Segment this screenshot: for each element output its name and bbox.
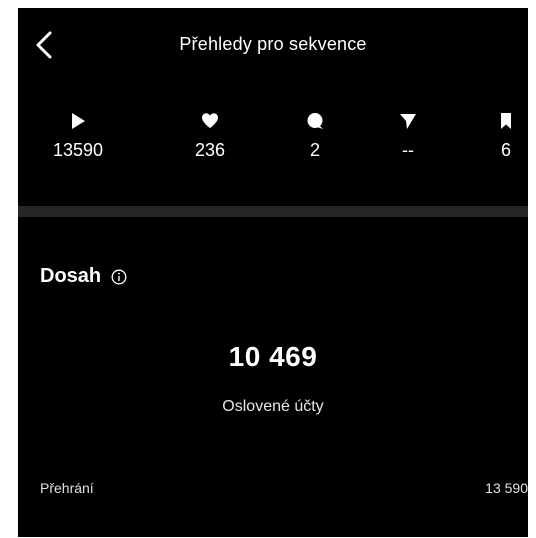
comment-icon — [307, 113, 323, 129]
page-title: Přehledy pro sekvence — [179, 34, 367, 54]
heart-icon — [202, 113, 218, 128]
stat-shares-value: -- — [402, 140, 414, 160]
stat-comments-value: 2 — [309, 140, 320, 160]
stat-likes[interactable]: 236 — [170, 112, 250, 160]
stat-likes-value: 236 — [194, 140, 226, 160]
stat-plays[interactable]: 13590 — [38, 112, 118, 160]
send-icon — [400, 114, 416, 129]
stat-shares[interactable]: -- — [368, 112, 448, 160]
section-divider — [18, 206, 528, 217]
stat-saves-value: 6 — [500, 140, 511, 160]
info-icon[interactable] — [111, 269, 127, 285]
reach-heading: Dosah — [40, 265, 127, 288]
stat-saves[interactable]: 6 — [466, 112, 528, 160]
reach-title: Dosah — [40, 265, 102, 287]
stat-comments[interactable]: 2 — [275, 112, 355, 160]
reach-caption: Oslovené účty — [222, 398, 324, 415]
reach-value: 10 469 — [228, 341, 318, 372]
insights-screen: Přehledy pro sekvence 13590 236 2 -- 6 D… — [18, 8, 528, 537]
plays-row: Přehrání 13 590 — [40, 480, 528, 502]
stats-row: 13590 236 2 -- 6 — [18, 112, 528, 192]
play-icon — [72, 113, 85, 129]
header: Přehledy pro sekvence — [18, 8, 528, 84]
stat-plays-value: 13590 — [52, 140, 104, 160]
bookmark-icon — [501, 113, 511, 129]
plays-row-label: Přehrání — [40, 480, 94, 496]
plays-row-value: 13 590 — [485, 480, 528, 496]
